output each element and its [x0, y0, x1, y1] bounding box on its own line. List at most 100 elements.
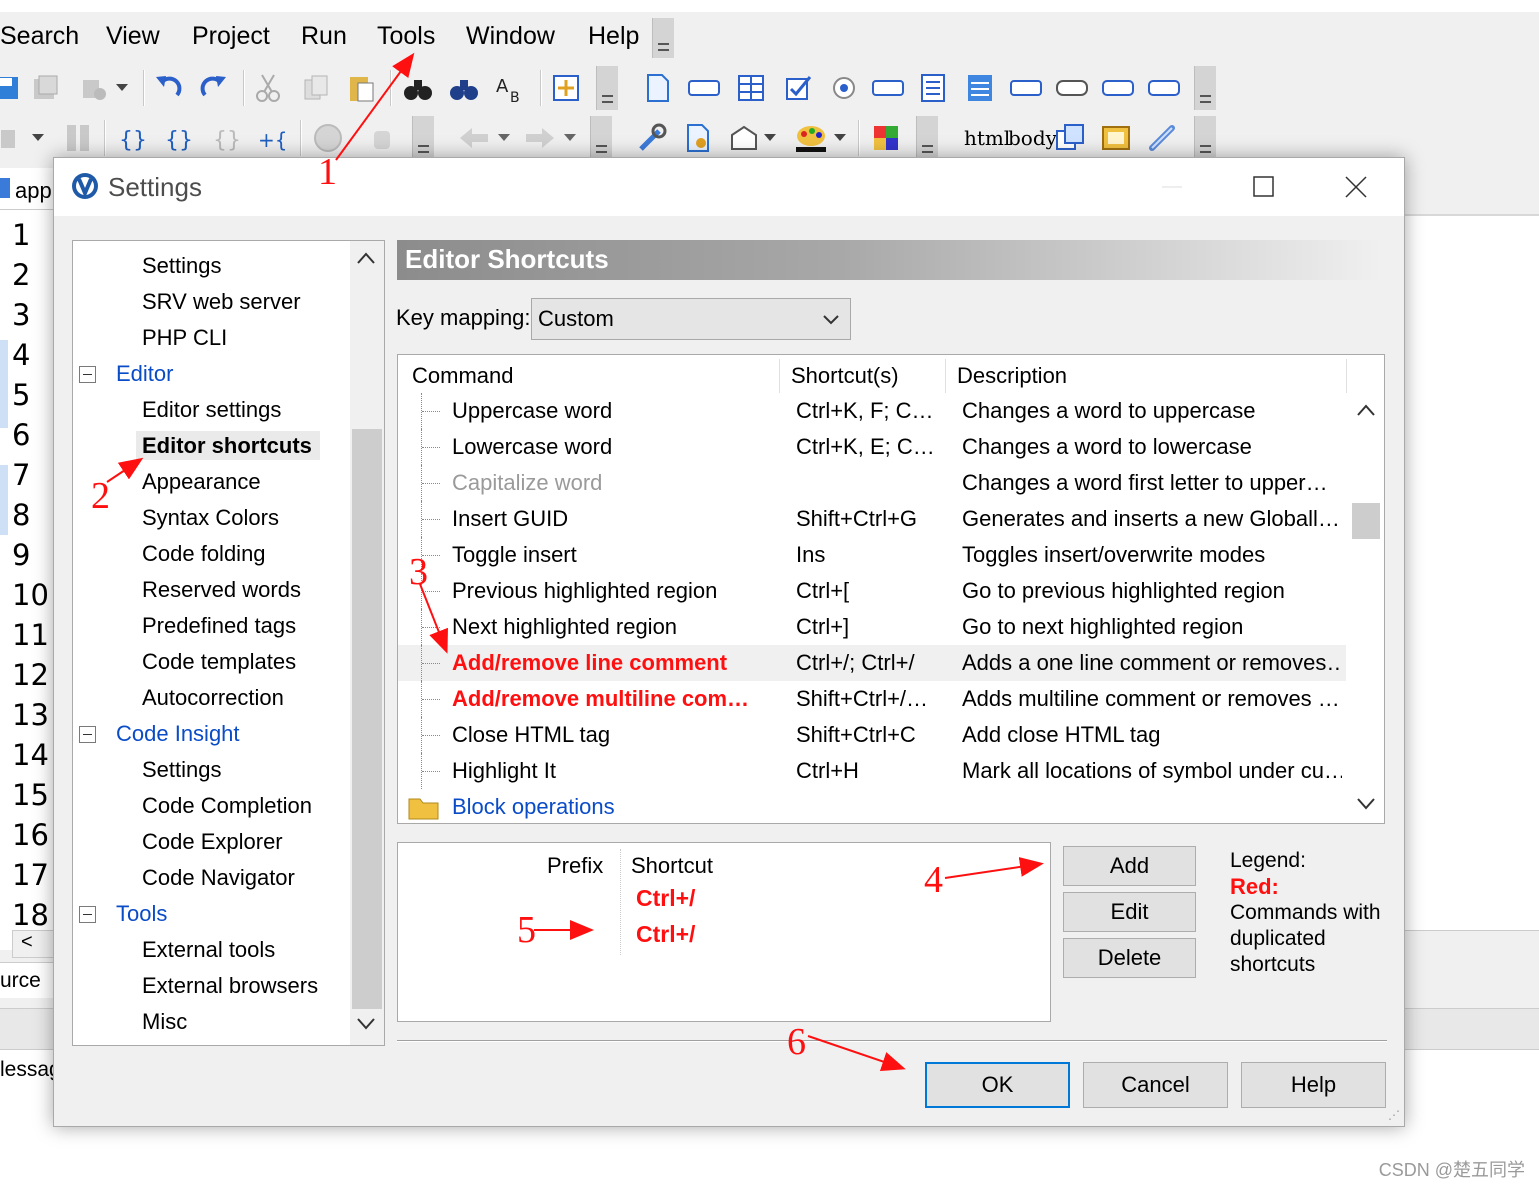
command-row[interactable]: Capitalize word Changes a word first lett…: [398, 465, 1346, 501]
toolbar-grip[interactable]: [1194, 116, 1216, 160]
dialog-titlebar[interactable]: Settings: [54, 158, 1404, 216]
run-to-cursor-icon[interactable]: +{}: [256, 122, 288, 154]
command-row[interactable]: Uppercase word Ctrl+K, F; C… Changes a wor…: [398, 393, 1346, 429]
tree-item[interactable]: Code Navigator: [73, 861, 349, 895]
collapse-icon[interactable]: [79, 906, 96, 923]
checkbox-icon[interactable]: [782, 72, 814, 104]
find-icon[interactable]: [402, 72, 434, 104]
menu-run[interactable]: Run: [301, 22, 347, 51]
chevron-up-icon[interactable]: [356, 251, 376, 270]
chevron-down-icon[interactable]: [560, 122, 580, 154]
collapse-icon[interactable]: [79, 366, 96, 383]
step-into-icon[interactable]: {}: [116, 122, 148, 154]
step-out-icon[interactable]: {}: [210, 122, 242, 154]
replace-icon[interactable]: AB: [494, 72, 526, 104]
undo-icon[interactable]: [152, 72, 184, 104]
toolbar-grip[interactable]: [916, 116, 938, 160]
menu-tools[interactable]: Tools: [377, 22, 435, 51]
chevron-down-icon[interactable]: [760, 122, 780, 154]
chevron-down-icon[interactable]: [830, 122, 850, 154]
tree-item[interactable]: PHP CLI: [73, 321, 349, 355]
document-properties-icon[interactable]: [682, 122, 714, 154]
image-icon[interactable]: [1100, 122, 1132, 154]
build-icon[interactable]: [78, 72, 110, 104]
body-tag-button[interactable]: body: [1008, 126, 1057, 150]
tree-item[interactable]: Editor settings: [73, 393, 349, 427]
submit-icon[interactable]: [1102, 72, 1134, 104]
shortcut-value[interactable]: Ctrl+/: [636, 921, 695, 948]
command-row[interactable]: Lowercase word Ctrl+K, E; C… Changes a wor…: [398, 429, 1346, 465]
paste-icon[interactable]: [345, 72, 377, 104]
column-divider[interactable]: [779, 359, 780, 393]
tree-item[interactable]: Settings: [73, 753, 349, 787]
menu-help[interactable]: Help: [588, 22, 639, 51]
command-list-scroll-thumb[interactable]: [1352, 503, 1380, 539]
command-group-row[interactable]: Block operations: [398, 789, 1346, 823]
command-row[interactable]: Close HTML tag Shift+Ctrl+C Add close HTML…: [398, 717, 1346, 753]
text-input-icon[interactable]: [1010, 72, 1042, 104]
help-button[interactable]: Help: [1241, 1062, 1386, 1108]
step-over-icon[interactable]: {}: [162, 122, 194, 154]
edit-button[interactable]: Edit: [1063, 892, 1196, 932]
tree-item[interactable]: Settings: [73, 249, 349, 283]
command-list[interactable]: Command Shortcut(s) Description Uppercas…: [397, 354, 1385, 824]
add-button[interactable]: Add: [1063, 846, 1196, 886]
save-icon[interactable]: [0, 72, 24, 104]
tree-item[interactable]: External tools: [73, 933, 349, 967]
grid-icon[interactable]: [735, 72, 767, 104]
delete-button[interactable]: Delete: [1063, 938, 1196, 978]
goto-line-icon[interactable]: [550, 72, 582, 104]
back-arrow-icon[interactable]: [458, 122, 490, 154]
color-palette-icon[interactable]: [794, 122, 826, 154]
right-panel-scrollbar[interactable]: [1405, 930, 1539, 960]
tree-item[interactable]: Predefined tags: [73, 609, 349, 643]
shape-icon[interactable]: [728, 122, 760, 154]
new-file-icon[interactable]: [642, 72, 674, 104]
toolbar-grip[interactable]: [590, 116, 612, 160]
textarea-icon[interactable]: [918, 72, 950, 104]
column-header-description[interactable]: Description: [957, 363, 1067, 389]
chevron-down-icon[interactable]: [28, 122, 48, 154]
command-row[interactable]: Next highlighted region Ctrl+] Go to next …: [398, 609, 1346, 645]
source-tab[interactable]: urce: [0, 962, 56, 998]
hidden-field-icon[interactable]: [872, 72, 904, 104]
tree-group[interactable]: Editor: [73, 357, 349, 391]
tree-scrollbar[interactable]: [350, 241, 384, 1045]
settings-tree[interactable]: Settings SRV web server PHP CLI Editor Edito…: [72, 240, 385, 1046]
reset-icon[interactable]: [1148, 72, 1180, 104]
toolbar-grip[interactable]: [1194, 66, 1216, 110]
toolbar-grip[interactable]: [412, 116, 434, 160]
chevron-down-icon[interactable]: [1356, 797, 1376, 816]
column-header-command[interactable]: Command: [412, 363, 513, 389]
close-button[interactable]: [1310, 158, 1402, 216]
cut-icon[interactable]: [252, 72, 284, 104]
command-row[interactable]: Previous highlighted region Ctrl+[Go to p…: [398, 573, 1346, 609]
editor-tab[interactable]: app: [0, 168, 60, 210]
tree-item[interactable]: Code folding: [73, 537, 349, 571]
tree-item[interactable]: Appearance: [73, 465, 349, 499]
scroll-left-button[interactable]: <: [12, 930, 56, 958]
hand-icon[interactable]: [366, 122, 398, 154]
command-row[interactable]: Highlight It Ctrl+H Mark all locations of …: [398, 753, 1346, 789]
copy-icon[interactable]: [300, 72, 332, 104]
tree-item[interactable]: Code templates: [73, 645, 349, 679]
input-icon[interactable]: [688, 72, 720, 104]
html-tag-button[interactable]: html: [964, 126, 1010, 150]
column-divider[interactable]: [1346, 359, 1347, 393]
command-row[interactable]: Add/remove line comment Ctrl+/; Ctrl+/ Add…: [398, 645, 1346, 681]
tree-item[interactable]: Syntax Colors: [73, 501, 349, 535]
menu-project[interactable]: Project: [192, 22, 270, 51]
button-icon[interactable]: [1056, 72, 1088, 104]
toolbar-grip[interactable]: [596, 66, 618, 110]
ok-button[interactable]: OK: [925, 1062, 1070, 1108]
chevron-down-icon[interactable]: [494, 122, 514, 154]
command-row[interactable]: Toggle insert Ins Toggles insert/overwrite…: [398, 537, 1346, 573]
pause-icon[interactable]: [62, 122, 94, 154]
command-row[interactable]: Add/remove multiline com… Shift+Ctrl+/… Ad…: [398, 681, 1346, 717]
frames-icon[interactable]: [1054, 122, 1086, 154]
menu-view[interactable]: View: [106, 22, 160, 51]
tools-icon[interactable]: [636, 122, 668, 154]
tree-scroll-thumb[interactable]: [352, 429, 382, 1009]
find-in-files-icon[interactable]: [448, 72, 480, 104]
redo-icon[interactable]: [198, 72, 230, 104]
